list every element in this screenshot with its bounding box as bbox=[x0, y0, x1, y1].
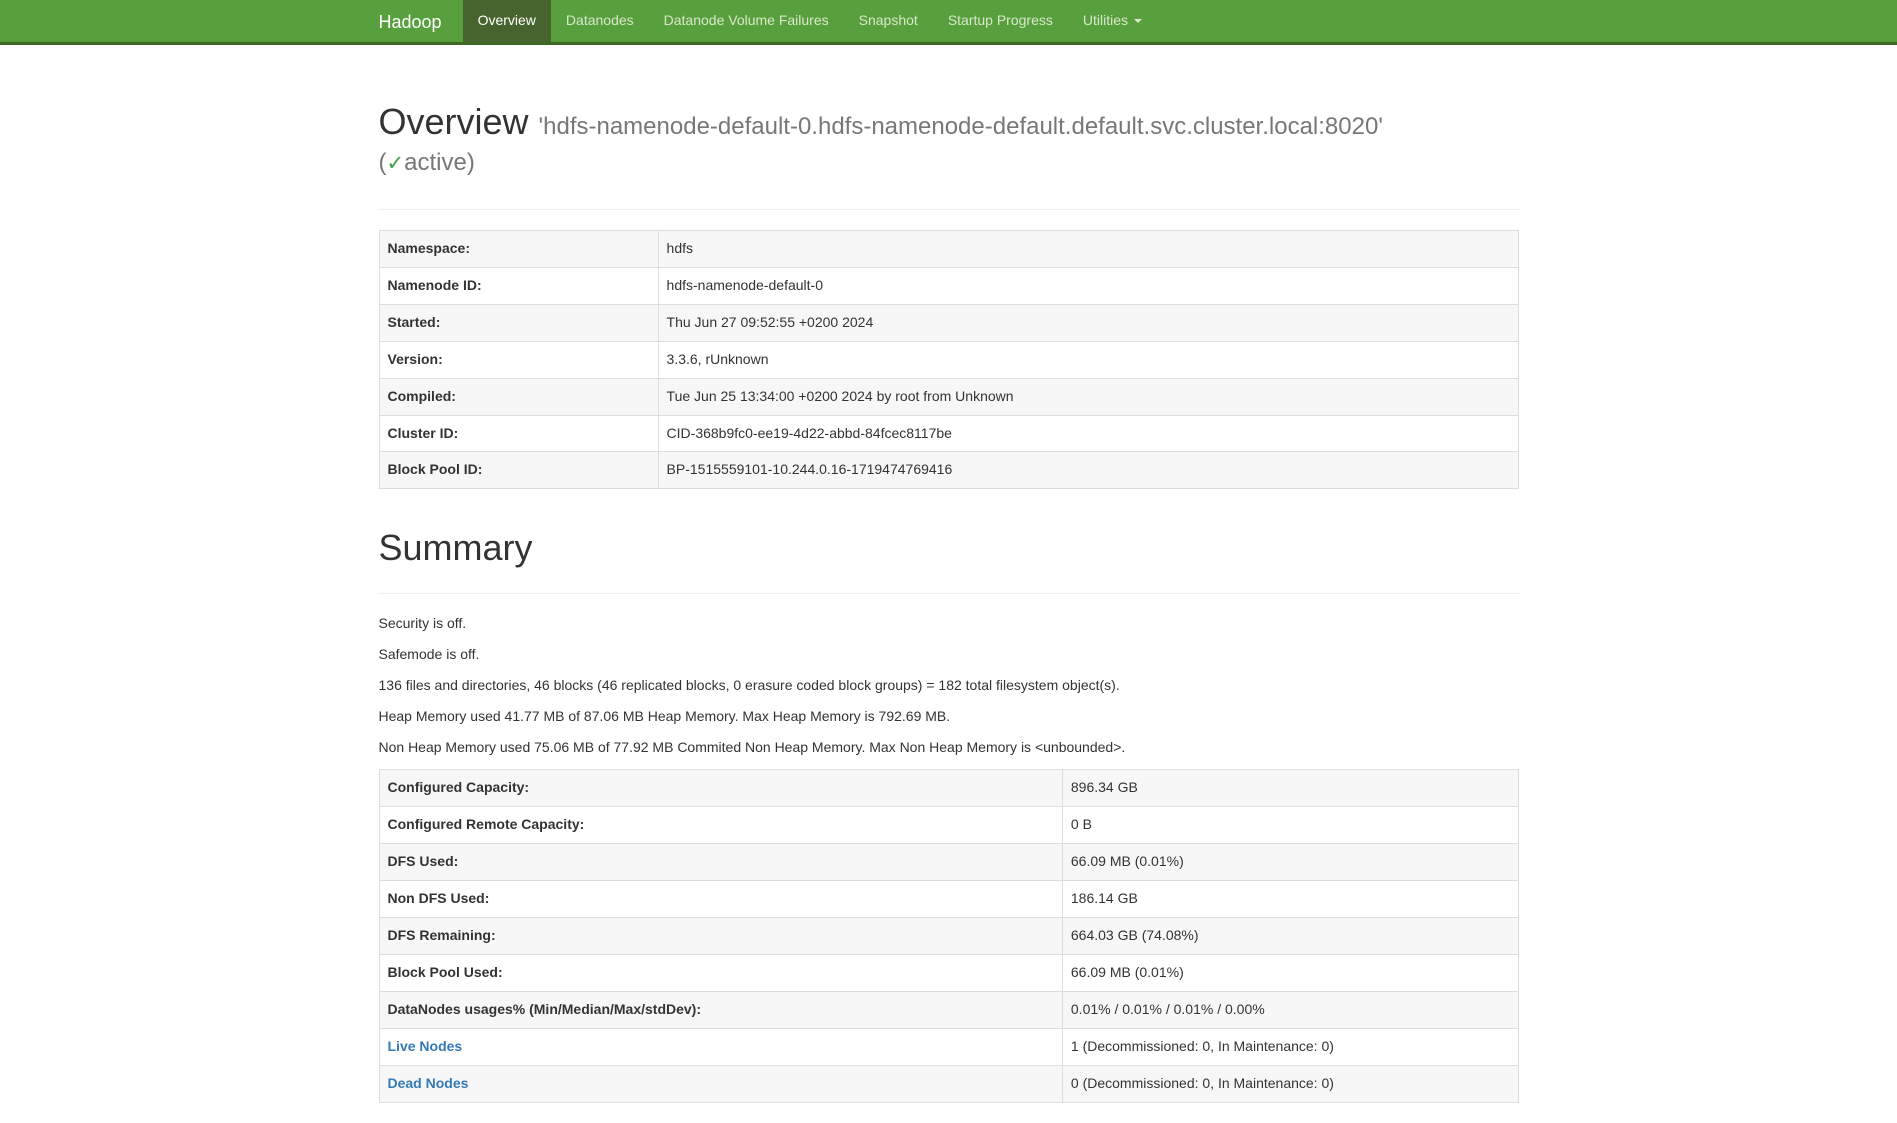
page-title: Overview 'hdfs-namenode-default-0.hdfs-n… bbox=[379, 101, 1519, 142]
table-row: Namenode ID: hdfs-namenode-default-0 bbox=[379, 267, 1518, 304]
row-value: 0 B bbox=[1062, 806, 1518, 843]
row-label: Version: bbox=[379, 341, 658, 378]
row-label: Configured Remote Capacity: bbox=[379, 806, 1062, 843]
table-row: Namespace: hdfs bbox=[379, 230, 1518, 267]
row-label: Block Pool Used: bbox=[379, 954, 1062, 991]
row-value: 0 (Decommissioned: 0, In Maintenance: 0) bbox=[1062, 1065, 1518, 1102]
nav-dropdown-utilities-label: Utilities bbox=[1083, 11, 1128, 31]
table-row: Cluster ID: CID-368b9fc0-ee19-4d22-abbd-… bbox=[379, 415, 1518, 452]
live-nodes-link[interactable]: Live Nodes bbox=[388, 1038, 463, 1054]
row-value: 186.14 GB bbox=[1062, 880, 1518, 917]
overview-page-header: Overview 'hdfs-namenode-default-0.hdfs-n… bbox=[379, 101, 1519, 210]
table-row: DataNodes usages% (Min/Median/Max/stdDev… bbox=[379, 991, 1518, 1028]
security-status-text: Security is off. bbox=[379, 614, 1519, 634]
row-label: Started: bbox=[379, 304, 658, 341]
nav-dropdown-utilities[interactable]: Utilities bbox=[1068, 0, 1157, 42]
row-value: Thu Jun 27 09:52:55 +0200 2024 bbox=[658, 304, 1518, 341]
nav-tab-overview-label: Overview bbox=[478, 11, 536, 31]
summary-section-header: Summary bbox=[379, 527, 1519, 593]
row-label: Configured Capacity: bbox=[379, 769, 1062, 806]
safemode-status-text: Safemode is off. bbox=[379, 645, 1519, 665]
row-value: 1 (Decommissioned: 0, In Maintenance: 0) bbox=[1062, 1028, 1518, 1065]
main-content: Overview 'hdfs-namenode-default-0.hdfs-n… bbox=[379, 101, 1519, 1103]
check-icon: ✓ bbox=[387, 152, 405, 175]
row-label: DFS Remaining: bbox=[379, 917, 1062, 954]
table-row: Compiled: Tue Jun 25 13:34:00 +0200 2024… bbox=[379, 378, 1518, 415]
table-row: Configured Remote Capacity: 0 B bbox=[379, 806, 1518, 843]
status-badge: active bbox=[404, 149, 467, 176]
nav-tab-snapshot[interactable]: Snapshot bbox=[844, 0, 933, 42]
nav-tab-startup-progress[interactable]: Startup Progress bbox=[933, 0, 1068, 42]
row-value: hdfs bbox=[658, 230, 1518, 267]
table-row: Live Nodes 1 (Decommissioned: 0, In Main… bbox=[379, 1028, 1518, 1065]
table-row: Block Pool Used: 66.09 MB (0.01%) bbox=[379, 954, 1518, 991]
dead-nodes-link[interactable]: Dead Nodes bbox=[388, 1075, 469, 1091]
non-heap-memory-text: Non Heap Memory used 75.06 MB of 77.92 M… bbox=[379, 738, 1519, 758]
row-label: Namenode ID: bbox=[379, 267, 658, 304]
nav-tab-datanodes[interactable]: Datanodes bbox=[551, 0, 649, 42]
row-value: 3.3.6, rUnknown bbox=[658, 341, 1518, 378]
page-title-text: Overview bbox=[379, 101, 529, 142]
row-value: 664.03 GB (74.08%) bbox=[1062, 917, 1518, 954]
row-value: hdfs-namenode-default-0 bbox=[658, 267, 1518, 304]
nav-tab-overview[interactable]: Overview bbox=[463, 0, 551, 42]
status-close-paren: ) bbox=[467, 149, 475, 176]
row-label: DataNodes usages% (Min/Median/Max/stdDev… bbox=[379, 991, 1062, 1028]
row-label: DFS Used: bbox=[379, 843, 1062, 880]
row-label: Namespace: bbox=[379, 230, 658, 267]
heap-memory-text: Heap Memory used 41.77 MB of 87.06 MB He… bbox=[379, 707, 1519, 727]
summary-paragraphs: Security is off. Safemode is off. 136 fi… bbox=[379, 614, 1519, 758]
row-value: Tue Jun 25 13:34:00 +0200 2024 by root f… bbox=[658, 378, 1518, 415]
row-label: Block Pool ID: bbox=[379, 452, 658, 489]
table-row: Non DFS Used: 186.14 GB bbox=[379, 880, 1518, 917]
table-row: Version: 3.3.6, rUnknown bbox=[379, 341, 1518, 378]
row-value: 66.09 MB (0.01%) bbox=[1062, 954, 1518, 991]
namenode-info-table: Namespace: hdfs Namenode ID: hdfs-nameno… bbox=[379, 230, 1519, 490]
row-value: CID-368b9fc0-ee19-4d22-abbd-84fcec8117be bbox=[658, 415, 1518, 452]
caret-down-icon bbox=[1134, 19, 1142, 23]
nav-tab-startup-progress-label: Startup Progress bbox=[948, 11, 1053, 31]
navbar-container: Hadoop Overview Datanodes Datanode Volum… bbox=[379, 0, 1519, 42]
nav-tab-snapshot-label: Snapshot bbox=[859, 11, 918, 31]
namenode-status-line: (✓active) bbox=[379, 147, 1519, 178]
row-value: BP-1515559101-10.244.0.16-1719474769416 bbox=[658, 452, 1518, 489]
status-open-paren: ( bbox=[379, 149, 387, 176]
table-row: Configured Capacity: 896.34 GB bbox=[379, 769, 1518, 806]
table-row: Block Pool ID: BP-1515559101-10.244.0.16… bbox=[379, 452, 1518, 489]
row-label: Cluster ID: bbox=[379, 415, 658, 452]
nav-tab-datanode-volume-failures[interactable]: Datanode Volume Failures bbox=[649, 0, 844, 42]
table-row: DFS Remaining: 664.03 GB (74.08%) bbox=[379, 917, 1518, 954]
row-label: Dead Nodes bbox=[379, 1065, 1062, 1102]
row-label: Compiled: bbox=[379, 378, 658, 415]
table-row: Dead Nodes 0 (Decommissioned: 0, In Main… bbox=[379, 1065, 1518, 1102]
row-value: 66.09 MB (0.01%) bbox=[1062, 843, 1518, 880]
filesystem-objects-text: 136 files and directories, 46 blocks (46… bbox=[379, 676, 1519, 696]
navbar-menu: Overview Datanodes Datanode Volume Failu… bbox=[463, 0, 1157, 42]
table-row: DFS Used: 66.09 MB (0.01%) bbox=[379, 843, 1518, 880]
table-row: Started: Thu Jun 27 09:52:55 +0200 2024 bbox=[379, 304, 1518, 341]
row-value: 0.01% / 0.01% / 0.01% / 0.00% bbox=[1062, 991, 1518, 1028]
brand-hadoop: Hadoop bbox=[379, 0, 457, 42]
row-label: Non DFS Used: bbox=[379, 880, 1062, 917]
summary-table: Configured Capacity: 896.34 GB Configure… bbox=[379, 769, 1519, 1103]
nav-tab-datanode-volume-failures-label: Datanode Volume Failures bbox=[664, 11, 829, 31]
summary-title: Summary bbox=[379, 527, 1519, 568]
namenode-address-subtitle: 'hdfs-namenode-default-0.hdfs-namenode-d… bbox=[539, 113, 1383, 140]
row-label: Live Nodes bbox=[379, 1028, 1062, 1065]
top-navbar: Hadoop Overview Datanodes Datanode Volum… bbox=[0, 0, 1897, 45]
nav-tab-datanodes-label: Datanodes bbox=[566, 11, 634, 31]
row-value: 896.34 GB bbox=[1062, 769, 1518, 806]
